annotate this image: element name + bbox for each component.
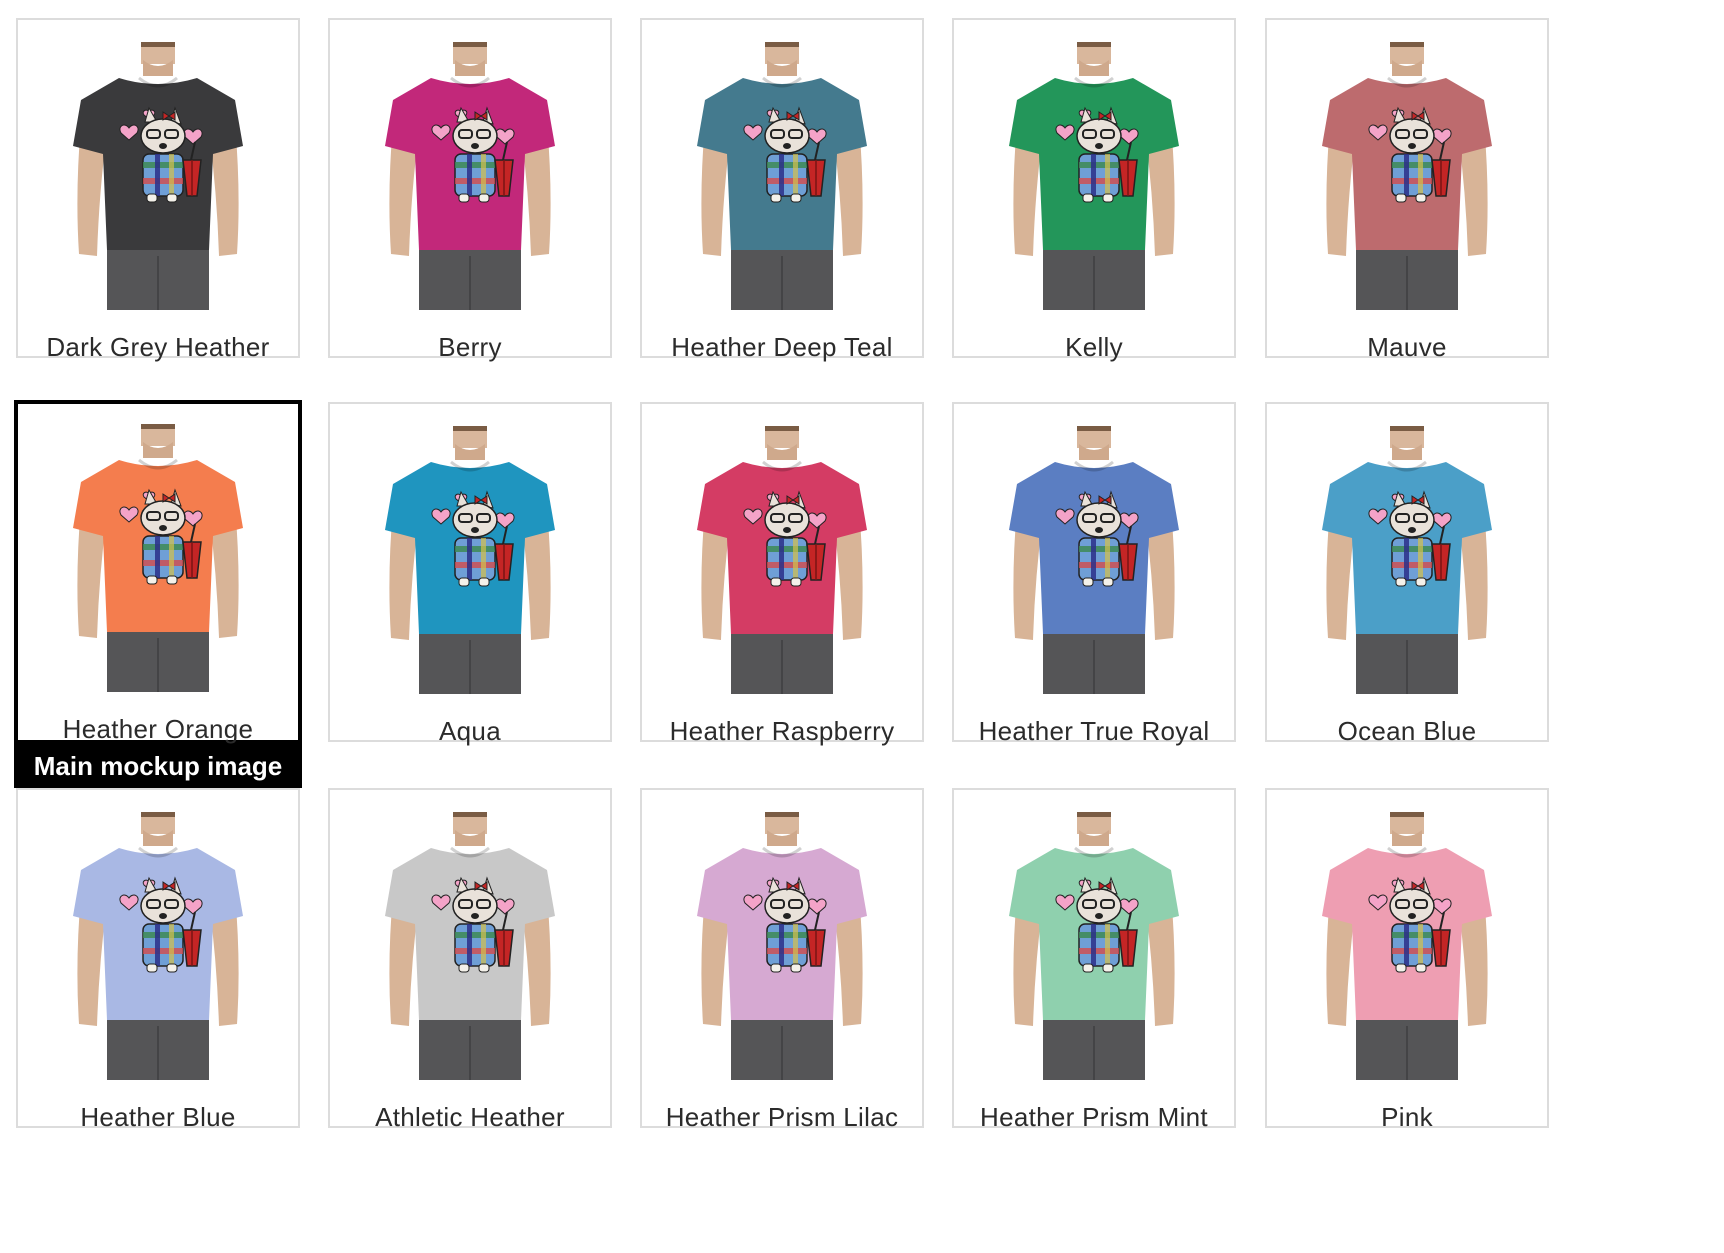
tshirt-mockup-image [1312, 42, 1502, 310]
tshirt-mockup-image [63, 424, 253, 692]
color-name-label: Heather True Royal [978, 716, 1210, 746]
color-name-label: Athletic Heather [375, 1102, 565, 1132]
color-card-heather-deep-teal[interactable]: Heather Deep Teal [640, 18, 924, 362]
tshirt-mockup-image [63, 812, 253, 1080]
color-card-heather-true-royal[interactable]: Heather True Royal [952, 402, 1236, 746]
color-mockup-grid: Dark Grey Heather Berry Heather Deep Tea… [0, 0, 1724, 1253]
color-name-label: Kelly [1065, 332, 1123, 362]
color-card-kelly[interactable]: Kelly [952, 18, 1236, 362]
color-name-label: Pink [1381, 1102, 1433, 1132]
tshirt-mockup-image [999, 812, 1189, 1080]
tshirt-mockup-image [375, 426, 565, 694]
color-name-label: Heather Deep Teal [671, 332, 893, 362]
tshirt-mockup-image [999, 42, 1189, 310]
color-card-heather-raspberry[interactable]: Heather Raspberry [640, 402, 924, 746]
color-card-mauve[interactable]: Mauve [1265, 18, 1549, 362]
tshirt-mockup-image [63, 42, 253, 310]
color-card-heather-orange[interactable]: Heather Orange [14, 400, 302, 744]
color-name-label: Mauve [1367, 332, 1447, 362]
tshirt-mockup-image [687, 812, 877, 1080]
color-card-dark-grey-heather[interactable]: Dark Grey Heather [16, 18, 300, 362]
color-card-ocean-blue[interactable]: Ocean Blue [1265, 402, 1549, 746]
main-mockup-badge: Main mockup image [14, 744, 302, 788]
color-name-label: Heather Orange [62, 714, 254, 744]
tshirt-mockup-image [999, 426, 1189, 694]
color-name-label: Heather Raspberry [669, 716, 895, 746]
color-name-label: Heather Blue [80, 1102, 236, 1132]
color-name-label: Heather Prism Lilac [665, 1102, 899, 1132]
color-card-heather-prism-mint[interactable]: Heather Prism Mint [952, 788, 1236, 1132]
color-card-aqua[interactable]: Aqua [328, 402, 612, 746]
color-card-heather-prism-lilac[interactable]: Heather Prism Lilac [640, 788, 924, 1132]
color-card-heather-blue[interactable]: Heather Blue [16, 788, 300, 1132]
color-card-athletic-heather[interactable]: Athletic Heather [328, 788, 612, 1132]
color-card-berry[interactable]: Berry [328, 18, 612, 362]
color-name-label: Berry [438, 332, 502, 362]
tshirt-mockup-image [375, 812, 565, 1080]
tshirt-mockup-image [375, 42, 565, 310]
color-card-pink[interactable]: Pink [1265, 788, 1549, 1132]
tshirt-mockup-image [1312, 426, 1502, 694]
color-name-label: Aqua [439, 716, 501, 746]
color-name-label: Dark Grey Heather [46, 332, 270, 362]
color-name-label: Ocean Blue [1337, 716, 1477, 746]
tshirt-mockup-image [1312, 812, 1502, 1080]
tshirt-mockup-image [687, 42, 877, 310]
tshirt-mockup-image [687, 426, 877, 694]
color-name-label: Heather Prism Mint [980, 1102, 1208, 1132]
